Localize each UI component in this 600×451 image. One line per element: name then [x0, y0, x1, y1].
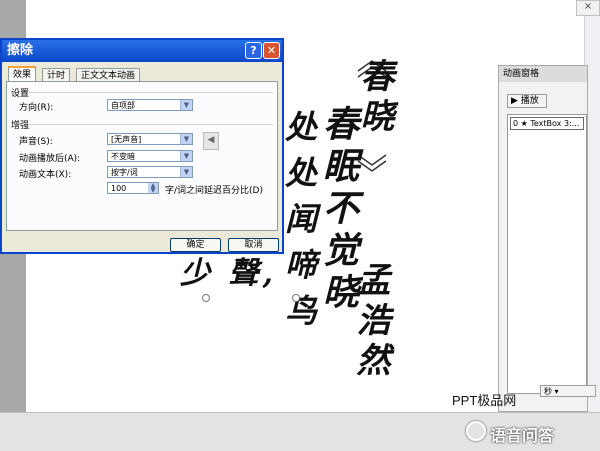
speaker-icon[interactable]: ◀	[203, 132, 219, 150]
help-button[interactable]: ?	[245, 42, 262, 59]
wipe-effect-dialog: 擦除 ? ✕ 效果 计时 正文文本动画 设置 方向(R): 自项部 ▼ 增强 声…	[0, 38, 284, 254]
effect-panel: 设置 方向(R): 自项部 ▼ 增强 声音(S): [无声音] ▼ ◀ 动画播放…	[6, 81, 278, 231]
poem-line-fragment: 少 聲,	[180, 256, 277, 291]
close-icon[interactable]: ×	[576, 0, 600, 16]
direction-value: 自项部	[111, 101, 135, 110]
list-item[interactable]: 0 ★ TextBox 3:...	[510, 117, 584, 130]
animate-text-label: 动画文本(X):	[19, 170, 72, 180]
ok-button[interactable]: 确定	[170, 238, 221, 252]
after-animation-label: 动画播放后(A):	[19, 154, 81, 164]
delay-suffix-label: 字/词之间延迟百分比(D)	[165, 186, 263, 196]
chevron-down-icon[interactable]: ▼	[180, 167, 192, 177]
sound-value: [无声音]	[111, 135, 142, 144]
animation-list[interactable]: 0 ★ TextBox 3:...	[507, 114, 587, 394]
animate-text-value: 按字/词	[111, 168, 138, 177]
poem-author: 孟浩然	[350, 262, 390, 382]
resize-handle[interactable]	[202, 294, 210, 302]
chat-icon	[466, 421, 486, 441]
brand-watermark: 语音问答	[490, 428, 555, 445]
dialog-title: 擦除	[2, 40, 282, 62]
sound-label: 声音(S):	[19, 137, 53, 147]
delay-spinner[interactable]: 100 ▲ ▼	[107, 182, 159, 194]
play-button[interactable]: ▶ 播放	[507, 94, 547, 108]
seconds-select[interactable]: 秒 ▾	[540, 385, 596, 397]
after-animation-value: 不变暗	[111, 152, 135, 161]
divider	[29, 92, 273, 93]
pane-title: 动画窗格	[499, 66, 587, 82]
resize-handle[interactable]	[292, 294, 300, 302]
close-button[interactable]: ✕	[263, 42, 280, 59]
animate-text-select[interactable]: 按字/词 ▼	[107, 166, 193, 178]
enhance-group-label: 增强	[11, 121, 30, 131]
spinner-arrows-icon[interactable]: ▲ ▼	[148, 183, 158, 194]
divider	[29, 124, 273, 125]
direction-select[interactable]: 自项部 ▼	[107, 99, 193, 111]
chevron-down-icon[interactable]: ▼	[180, 100, 192, 110]
delay-value: 100	[111, 184, 127, 193]
animation-pane: 动画窗格 ▶ 播放 0 ★ TextBox 3:...	[498, 65, 588, 412]
chevron-down-icon[interactable]: ▼	[180, 134, 192, 144]
after-animation-select[interactable]: 不变暗 ▼	[107, 150, 193, 162]
direction-label: 方向(R):	[19, 103, 54, 113]
settings-group-label: 设置	[11, 89, 30, 99]
chevron-down-icon[interactable]: ▼	[180, 151, 192, 161]
site-watermark: PPT极品网	[452, 393, 517, 408]
sound-select[interactable]: [无声音] ▼	[107, 133, 193, 145]
cancel-button[interactable]: 取消	[228, 238, 279, 252]
